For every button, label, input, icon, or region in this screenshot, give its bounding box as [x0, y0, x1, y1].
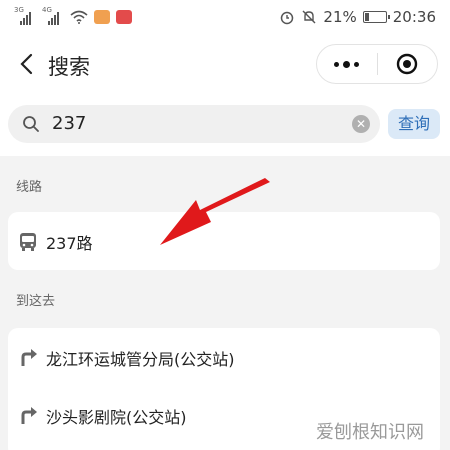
search-icon	[23, 116, 39, 132]
app-notification-icon	[94, 10, 110, 24]
battery-percent: 21%	[323, 8, 357, 26]
clock: 20:36	[392, 8, 436, 26]
alarm-icon	[281, 11, 294, 25]
close-program-button[interactable]	[377, 45, 437, 83]
turn-right-arrow-icon	[21, 349, 37, 366]
section-label-routes: 线路	[16, 180, 43, 195]
status-right: 21% 20:36	[279, 8, 436, 26]
destination-label: 龙江环运城管分局(公交站)	[46, 350, 235, 369]
watermark: 爱刨根知识网	[316, 422, 424, 443]
turn-right-arrow-icon	[21, 407, 37, 424]
more-dots-icon	[334, 60, 360, 68]
chevron-left-icon[interactable]	[14, 50, 42, 78]
route-label: 237路	[46, 234, 93, 253]
section-label-destinations: 到这去	[16, 294, 56, 309]
wifi-icon	[70, 10, 88, 24]
destination-label: 沙头影剧院(公交站)	[46, 408, 187, 427]
clear-icon[interactable]: ✕	[352, 115, 370, 133]
search-input[interactable]: 237 ✕	[8, 105, 380, 143]
bus-icon	[20, 233, 36, 251]
status-left: 3G 4G	[14, 6, 132, 25]
page-title: 搜索	[48, 55, 90, 79]
battery-icon	[362, 11, 390, 23]
mute-icon	[302, 10, 316, 24]
mini-program-capsule	[316, 44, 438, 84]
destination-item[interactable]: 龙江环运城管分局(公交站)	[8, 328, 440, 386]
nav-header: 搜索	[0, 36, 450, 96]
more-button[interactable]	[317, 45, 377, 83]
route-item[interactable]: 237路	[8, 212, 440, 270]
search-bar: 237 ✕ 查询	[0, 96, 450, 156]
query-button[interactable]: 查询	[388, 109, 440, 139]
target-circle-icon	[397, 53, 418, 75]
app-notification-icon	[116, 10, 132, 24]
search-value: 237	[52, 113, 87, 134]
routes-card: 237路	[8, 212, 440, 270]
signal-icon: 4G	[42, 6, 64, 25]
signal-icon: 3G	[14, 6, 36, 25]
status-bar: 3G 4G 21% 20:36	[0, 0, 450, 36]
